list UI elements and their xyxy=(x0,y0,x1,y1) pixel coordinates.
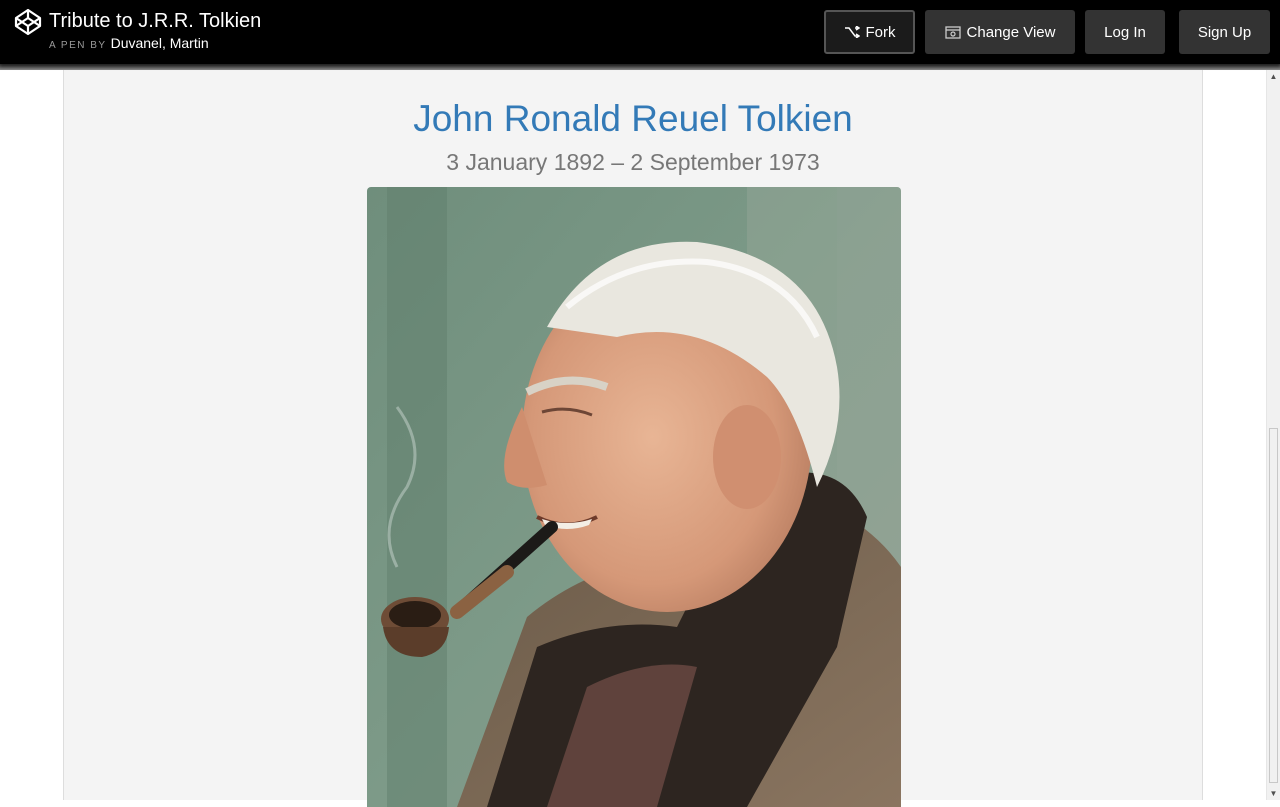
change-view-label: Change View xyxy=(966,23,1056,41)
codepen-logo-icon[interactable] xyxy=(14,8,42,36)
scroll-up-arrow-icon[interactable]: ▲ xyxy=(1267,70,1280,83)
signup-label: Sign Up xyxy=(1197,23,1252,41)
page-scrollbar[interactable]: ▲ ▼ xyxy=(1266,70,1280,800)
change-view-button[interactable]: Change View xyxy=(925,10,1075,54)
login-label: Log In xyxy=(1104,23,1146,41)
signup-button[interactable]: Sign Up xyxy=(1179,10,1270,54)
header-divider xyxy=(0,64,1280,70)
fork-label: Fork xyxy=(865,23,896,41)
pen-by-prefix: A PEN BY xyxy=(49,40,107,51)
pen-title: Tribute to J.R.R. Tolkien xyxy=(49,10,262,32)
result-preview: John Ronald Reuel Tolkien 3 January 1892… xyxy=(63,70,1203,807)
author-link[interactable]: Duvanel, Martin xyxy=(111,35,209,51)
login-button[interactable]: Log In xyxy=(1085,10,1165,54)
fork-icon xyxy=(844,26,860,38)
scrollbar-thumb[interactable] xyxy=(1269,428,1278,783)
pen-author-line: A PEN BY Duvanel, Martin xyxy=(49,35,209,54)
tolkien-portrait-image xyxy=(367,187,901,807)
change-view-icon xyxy=(944,25,961,39)
tribute-name: John Ronald Reuel Tolkien xyxy=(413,98,853,139)
top-header: Tribute to J.R.R. Tolkien A PEN BY Duvane… xyxy=(0,0,1280,64)
fork-button[interactable]: Fork xyxy=(824,10,915,54)
tribute-dates: 3 January 1892 – 2 September 1973 xyxy=(446,149,820,175)
scroll-down-arrow-icon[interactable]: ▼ xyxy=(1267,787,1280,800)
